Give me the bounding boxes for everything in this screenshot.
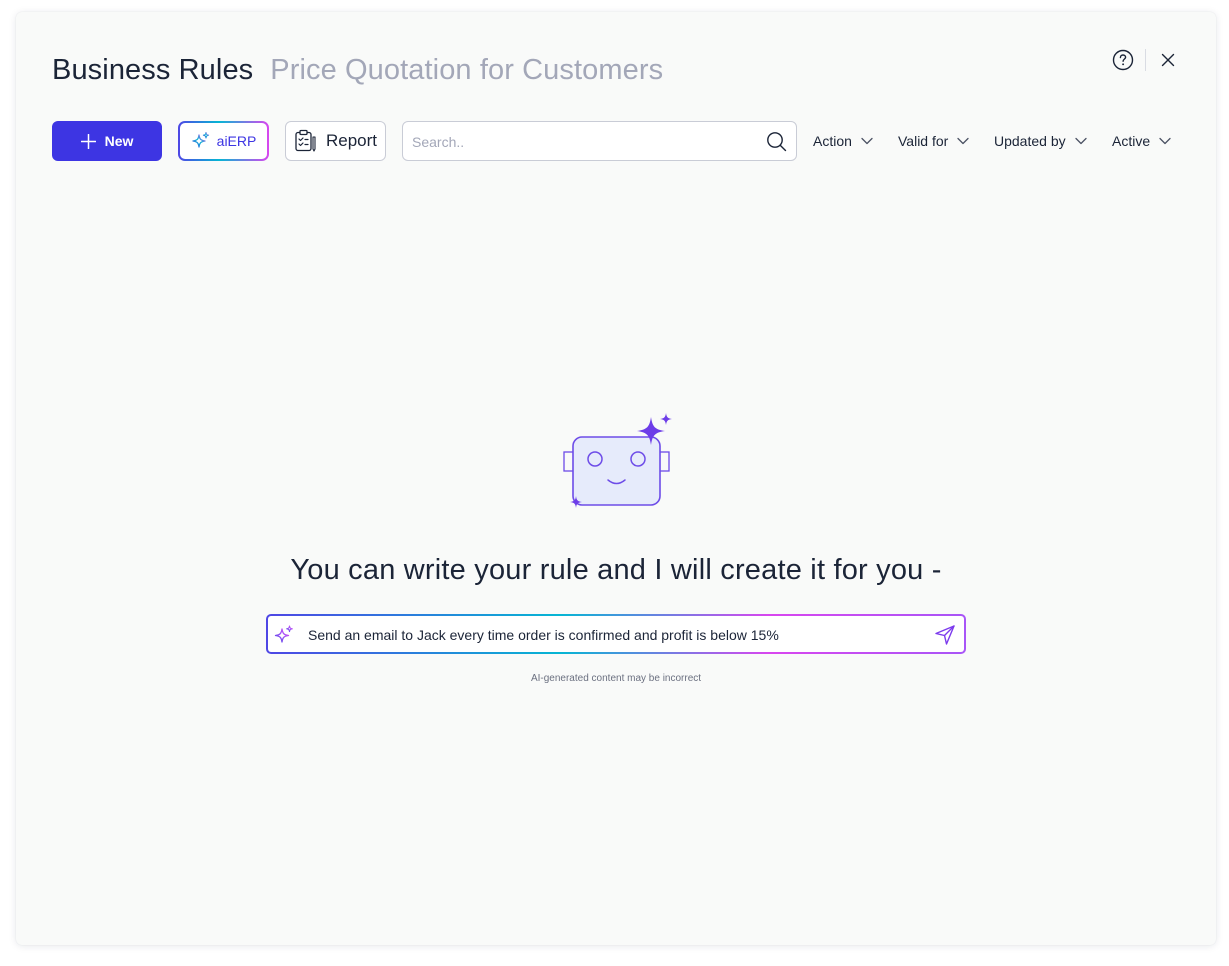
- close-button[interactable]: [1156, 48, 1180, 72]
- report-button[interactable]: Report: [285, 121, 386, 161]
- ai-prompt-box: [266, 614, 966, 654]
- ai-disclaimer: AI-generated content may be incorrect: [530, 673, 702, 684]
- sparkle-icon: [274, 625, 293, 643]
- divider: [1145, 49, 1146, 71]
- new-button-label: New: [104, 133, 134, 149]
- robot-illustration: [563, 413, 672, 508]
- page-header: Business Rules Price Quotation for Custo…: [52, 54, 663, 87]
- new-button[interactable]: New: [52, 121, 162, 161]
- filter-active[interactable]: Active: [1112, 121, 1171, 161]
- search-box: [402, 121, 797, 162]
- window-controls: [1111, 48, 1180, 72]
- report-button-label: Report: [325, 131, 378, 150]
- aierp-button-label: aiERP: [216, 133, 257, 149]
- filter-updated-by[interactable]: Updated by: [994, 121, 1087, 161]
- page-subtitle: Price Quotation for Customers: [270, 54, 664, 86]
- business-rules-dialog: Business Rules Price Quotation for Custo…: [16, 12, 1216, 945]
- sparkle-icon: [192, 131, 209, 148]
- plus-icon: [80, 133, 96, 149]
- ai-prompt-input[interactable]: [306, 616, 920, 654]
- chevron-down-icon: [1074, 137, 1087, 145]
- search-input[interactable]: [410, 122, 754, 162]
- page-title: Business Rules: [52, 54, 254, 86]
- close-icon: [1161, 53, 1175, 67]
- filter-valid-for-label: Valid for: [898, 133, 949, 149]
- filter-updated-by-label: Updated by: [994, 133, 1066, 149]
- help-button[interactable]: [1111, 48, 1135, 72]
- chevron-down-icon: [861, 137, 873, 145]
- send-icon[interactable]: [934, 624, 956, 646]
- filter-action-label: Action: [813, 133, 852, 149]
- search-icon[interactable]: [766, 131, 787, 152]
- aierp-button[interactable]: aiERP: [178, 121, 269, 161]
- chevron-down-icon: [957, 137, 969, 145]
- ai-prompt-headline: You can write your rule and I will creat…: [290, 554, 942, 586]
- question-circle-icon: [1112, 49, 1134, 71]
- chevron-down-icon: [1159, 137, 1171, 145]
- toolbar: New aiERP Report Search.. Action Valid f…: [52, 121, 1178, 162]
- filter-valid-for[interactable]: Valid for: [898, 121, 969, 161]
- report-clipboard-icon: [295, 129, 316, 152]
- filter-active-label: Active: [1112, 133, 1151, 149]
- filter-action[interactable]: Action: [813, 121, 873, 161]
